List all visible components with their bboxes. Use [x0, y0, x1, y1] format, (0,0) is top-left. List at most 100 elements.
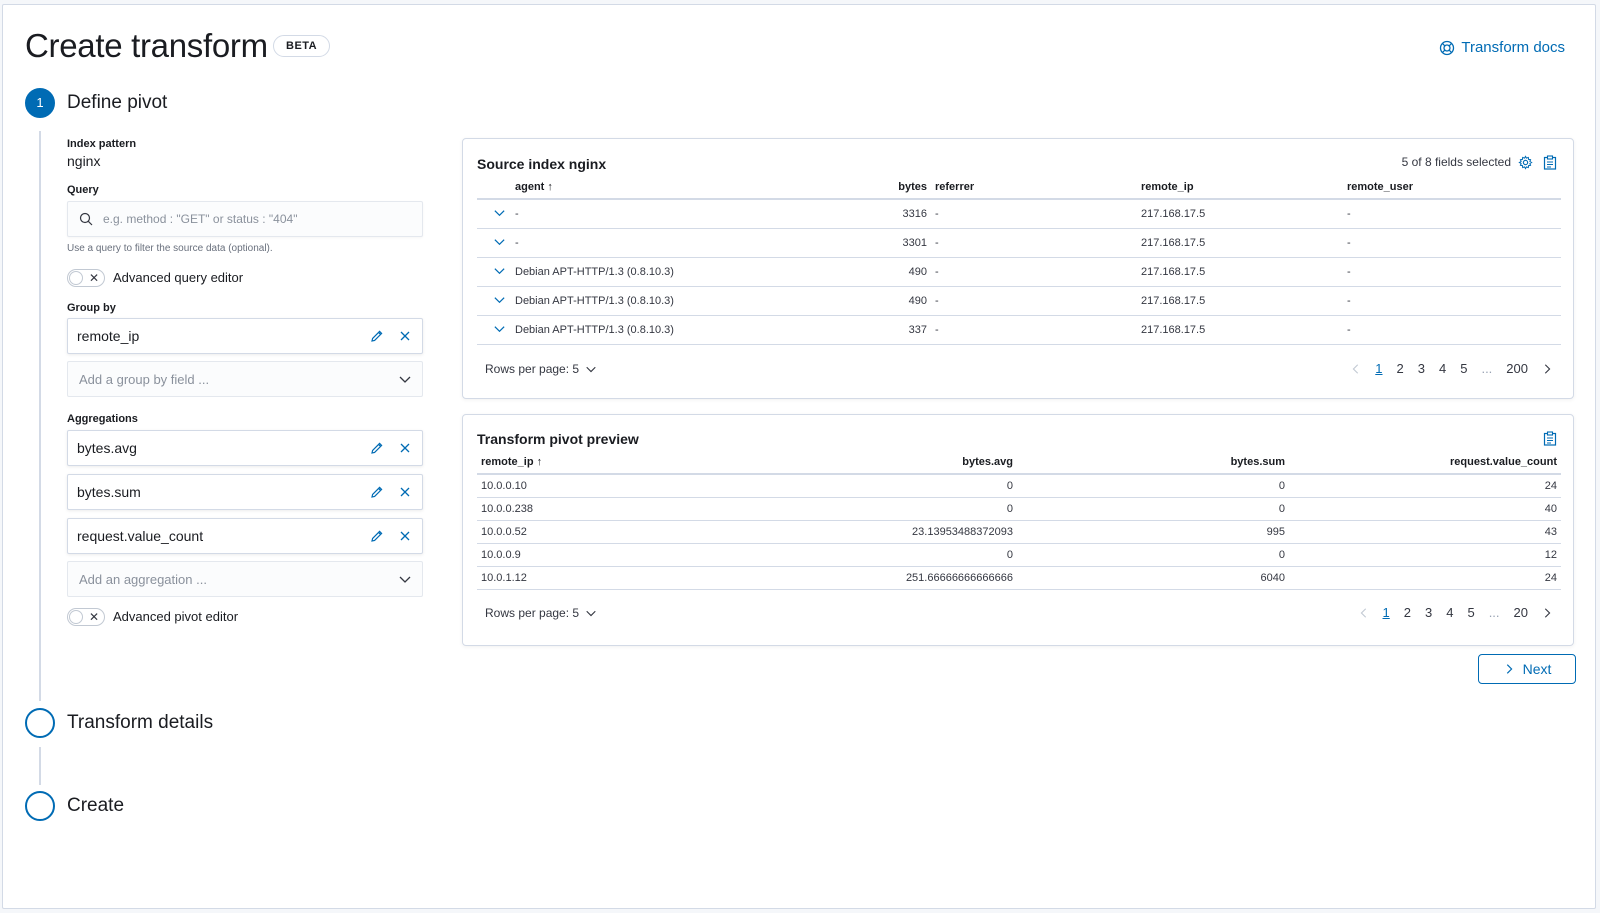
step-3-title: Create: [67, 795, 125, 816]
close-icon[interactable]: [398, 529, 412, 543]
column-header-remote-user[interactable]: remote_user: [1343, 175, 1561, 200]
page-button[interactable]: 3: [1425, 605, 1432, 620]
chevron-right-icon[interactable]: [1541, 607, 1553, 619]
query-input[interactable]: [103, 202, 403, 236]
table-row: 10.0.0.10 0 0 24: [477, 474, 1561, 498]
column-header-bytes[interactable]: bytes: [891, 175, 931, 200]
table-row: 10.0.0.238 0 0 40: [477, 497, 1561, 521]
source-index-title: Source index nginx: [477, 156, 607, 172]
source-index-panel: Source index nginx 5 of 8 fields selecte…: [462, 138, 1574, 399]
cell-remote-user: -: [1343, 315, 1561, 345]
page-button[interactable]: 1: [1375, 361, 1382, 376]
next-button[interactable]: Next: [1478, 654, 1576, 684]
cell-referrer: -: [931, 228, 1137, 258]
cell-remote-user: -: [1343, 199, 1561, 229]
page-button[interactable]: 4: [1446, 605, 1453, 620]
rows-per-page-label: Rows per page: 5: [485, 606, 580, 620]
rows-per-page-selector[interactable]: Rows per page: 5: [485, 606, 597, 620]
pencil-icon[interactable]: [370, 329, 384, 343]
rows-per-page-selector[interactable]: Rows per page: 5: [485, 362, 597, 376]
aggregation-combobox[interactable]: Add an aggregation ...: [67, 561, 423, 597]
cell-bytes-sum: 6040: [1017, 566, 1289, 590]
column-header-bytes-sum[interactable]: bytes.sum: [1017, 450, 1289, 475]
page-button[interactable]: 5: [1460, 361, 1467, 376]
expand-row-button[interactable]: [477, 257, 511, 287]
clipboard-icon[interactable]: [1543, 431, 1557, 446]
page: Create transform BETA Transform docs 1 D…: [2, 4, 1596, 909]
page-button[interactable]: 2: [1397, 361, 1404, 376]
page-button[interactable]: 4: [1439, 361, 1446, 376]
pencil-icon[interactable]: [370, 485, 384, 499]
chevron-down-icon: [586, 610, 596, 617]
page-button[interactable]: 3: [1418, 361, 1425, 376]
page-ellipsis: ...: [1488, 605, 1500, 620]
clipboard-icon[interactable]: [1543, 155, 1557, 170]
page-button[interactable]: 20: [1514, 605, 1528, 620]
cell-bytes-avg: 0: [757, 474, 1017, 498]
query-field[interactable]: [67, 201, 423, 237]
cell-remote-ip: 217.168.17.5: [1137, 199, 1343, 229]
help-icon: [1440, 40, 1455, 55]
sort-ascending-icon: ↑: [547, 180, 553, 193]
aggregation-item[interactable]: bytes.sum: [67, 474, 423, 510]
group-by-label: Group by: [67, 302, 116, 314]
cell-bytes: 490: [891, 257, 931, 287]
next-button-label: Next: [1522, 661, 1552, 677]
table-row: - 3301 - 217.168.17.5 -: [477, 228, 1561, 258]
step-connector: [39, 747, 41, 785]
chevron-right-icon[interactable]: [1541, 363, 1553, 375]
table-row: - 3316 - 217.168.17.5 -: [477, 199, 1561, 229]
chevron-left-icon[interactable]: [1358, 607, 1370, 619]
cell-request-count: 43: [1289, 520, 1561, 544]
expand-row-button[interactable]: [477, 228, 511, 258]
close-icon[interactable]: [398, 441, 412, 455]
aggregation-item[interactable]: bytes.avg: [67, 430, 423, 466]
pencil-icon[interactable]: [370, 529, 384, 543]
aggregation-item[interactable]: request.value_count: [67, 518, 423, 554]
page-button[interactable]: 5: [1467, 605, 1474, 620]
group-by-item[interactable]: remote_ip: [67, 318, 423, 354]
page-button[interactable]: 200: [1506, 361, 1528, 376]
column-header-label: agent: [515, 180, 545, 193]
advanced-pivot-toggle[interactable]: ✕: [67, 608, 105, 626]
gear-icon[interactable]: [1518, 155, 1533, 170]
page-button[interactable]: 2: [1404, 605, 1411, 620]
toggle-knob: [69, 271, 83, 285]
cell-request-count: 12: [1289, 543, 1561, 567]
cell-remote-ip: 10.0.0.52: [477, 520, 757, 544]
step-1-indicator: 1: [25, 88, 55, 118]
index-pattern-label: Index pattern: [67, 138, 137, 150]
cell-bytes: 337: [891, 315, 931, 345]
column-header-referrer[interactable]: referrer: [931, 175, 1137, 200]
chevron-down-icon: [494, 325, 505, 332]
column-header-remote-ip[interactable]: remote_ip ↑: [477, 450, 757, 475]
query-help-text: Use a query to filter the source data (o…: [67, 243, 273, 254]
chevron-down-icon: [399, 376, 411, 383]
close-icon[interactable]: [398, 329, 412, 343]
pencil-icon[interactable]: [370, 441, 384, 455]
cell-remote-user: -: [1343, 286, 1561, 316]
group-by-combobox[interactable]: Add a group by field ...: [67, 361, 423, 397]
page-ellipsis: ...: [1481, 361, 1493, 376]
column-header-remote-ip[interactable]: remote_ip: [1137, 175, 1343, 200]
cell-referrer: -: [931, 315, 1137, 345]
page-button[interactable]: 1: [1383, 605, 1390, 620]
aggregation-placeholder: Add an aggregation ...: [79, 572, 207, 587]
close-icon[interactable]: [398, 485, 412, 499]
advanced-query-toggle[interactable]: ✕: [67, 269, 105, 287]
group-by-placeholder: Add a group by field ...: [79, 372, 210, 387]
cell-agent: Debian APT-HTTP/1.3 (0.8.10.3): [511, 257, 891, 287]
rows-per-page-label: Rows per page: 5: [485, 362, 580, 376]
expand-column-header: [477, 175, 511, 200]
expand-row-button[interactable]: [477, 315, 511, 345]
column-header-bytes-avg[interactable]: bytes.avg: [757, 450, 1017, 475]
transform-docs-link[interactable]: Transform docs: [1439, 39, 1565, 56]
column-header-request-count[interactable]: request.value_count: [1289, 450, 1561, 475]
chevron-left-icon[interactable]: [1350, 363, 1362, 375]
chevron-down-icon: [494, 209, 505, 216]
column-header-agent[interactable]: agent ↑: [511, 175, 891, 200]
expand-row-button[interactable]: [477, 286, 511, 316]
cell-agent: -: [511, 199, 891, 229]
fields-selected-count: 5 of 8 fields selected: [1401, 155, 1511, 169]
expand-row-button[interactable]: [477, 199, 511, 229]
